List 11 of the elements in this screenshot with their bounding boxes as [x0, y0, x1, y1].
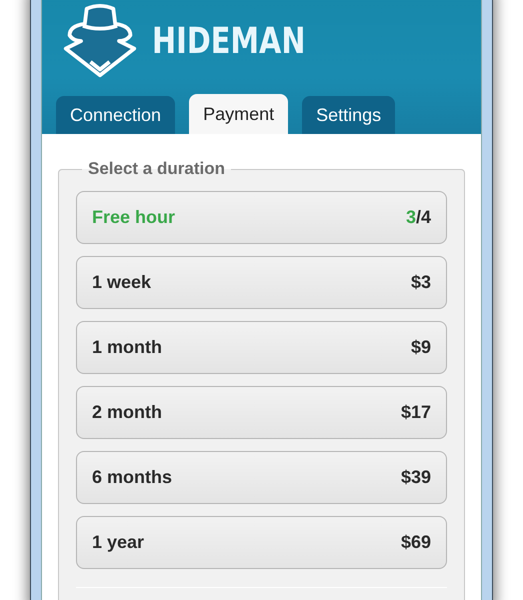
duration-option[interactable]: 2 month $17 — [76, 386, 447, 439]
duration-option[interactable]: 6 months $39 — [76, 451, 447, 504]
duration-option[interactable]: Free hour 3/4 — [76, 191, 447, 244]
duration-option[interactable]: 1 year $69 — [76, 516, 447, 569]
duration-option[interactable]: 1 week $3 — [76, 256, 447, 309]
app-name: HIDEMAN — [152, 20, 306, 62]
duration-option[interactable]: 1 month $9 — [76, 321, 447, 374]
tab[interactable]: Payment — [189, 94, 288, 134]
tab[interactable]: Connection — [56, 96, 176, 134]
tab[interactable]: Settings — [302, 96, 396, 134]
group-title: Select a duration — [87, 159, 226, 179]
